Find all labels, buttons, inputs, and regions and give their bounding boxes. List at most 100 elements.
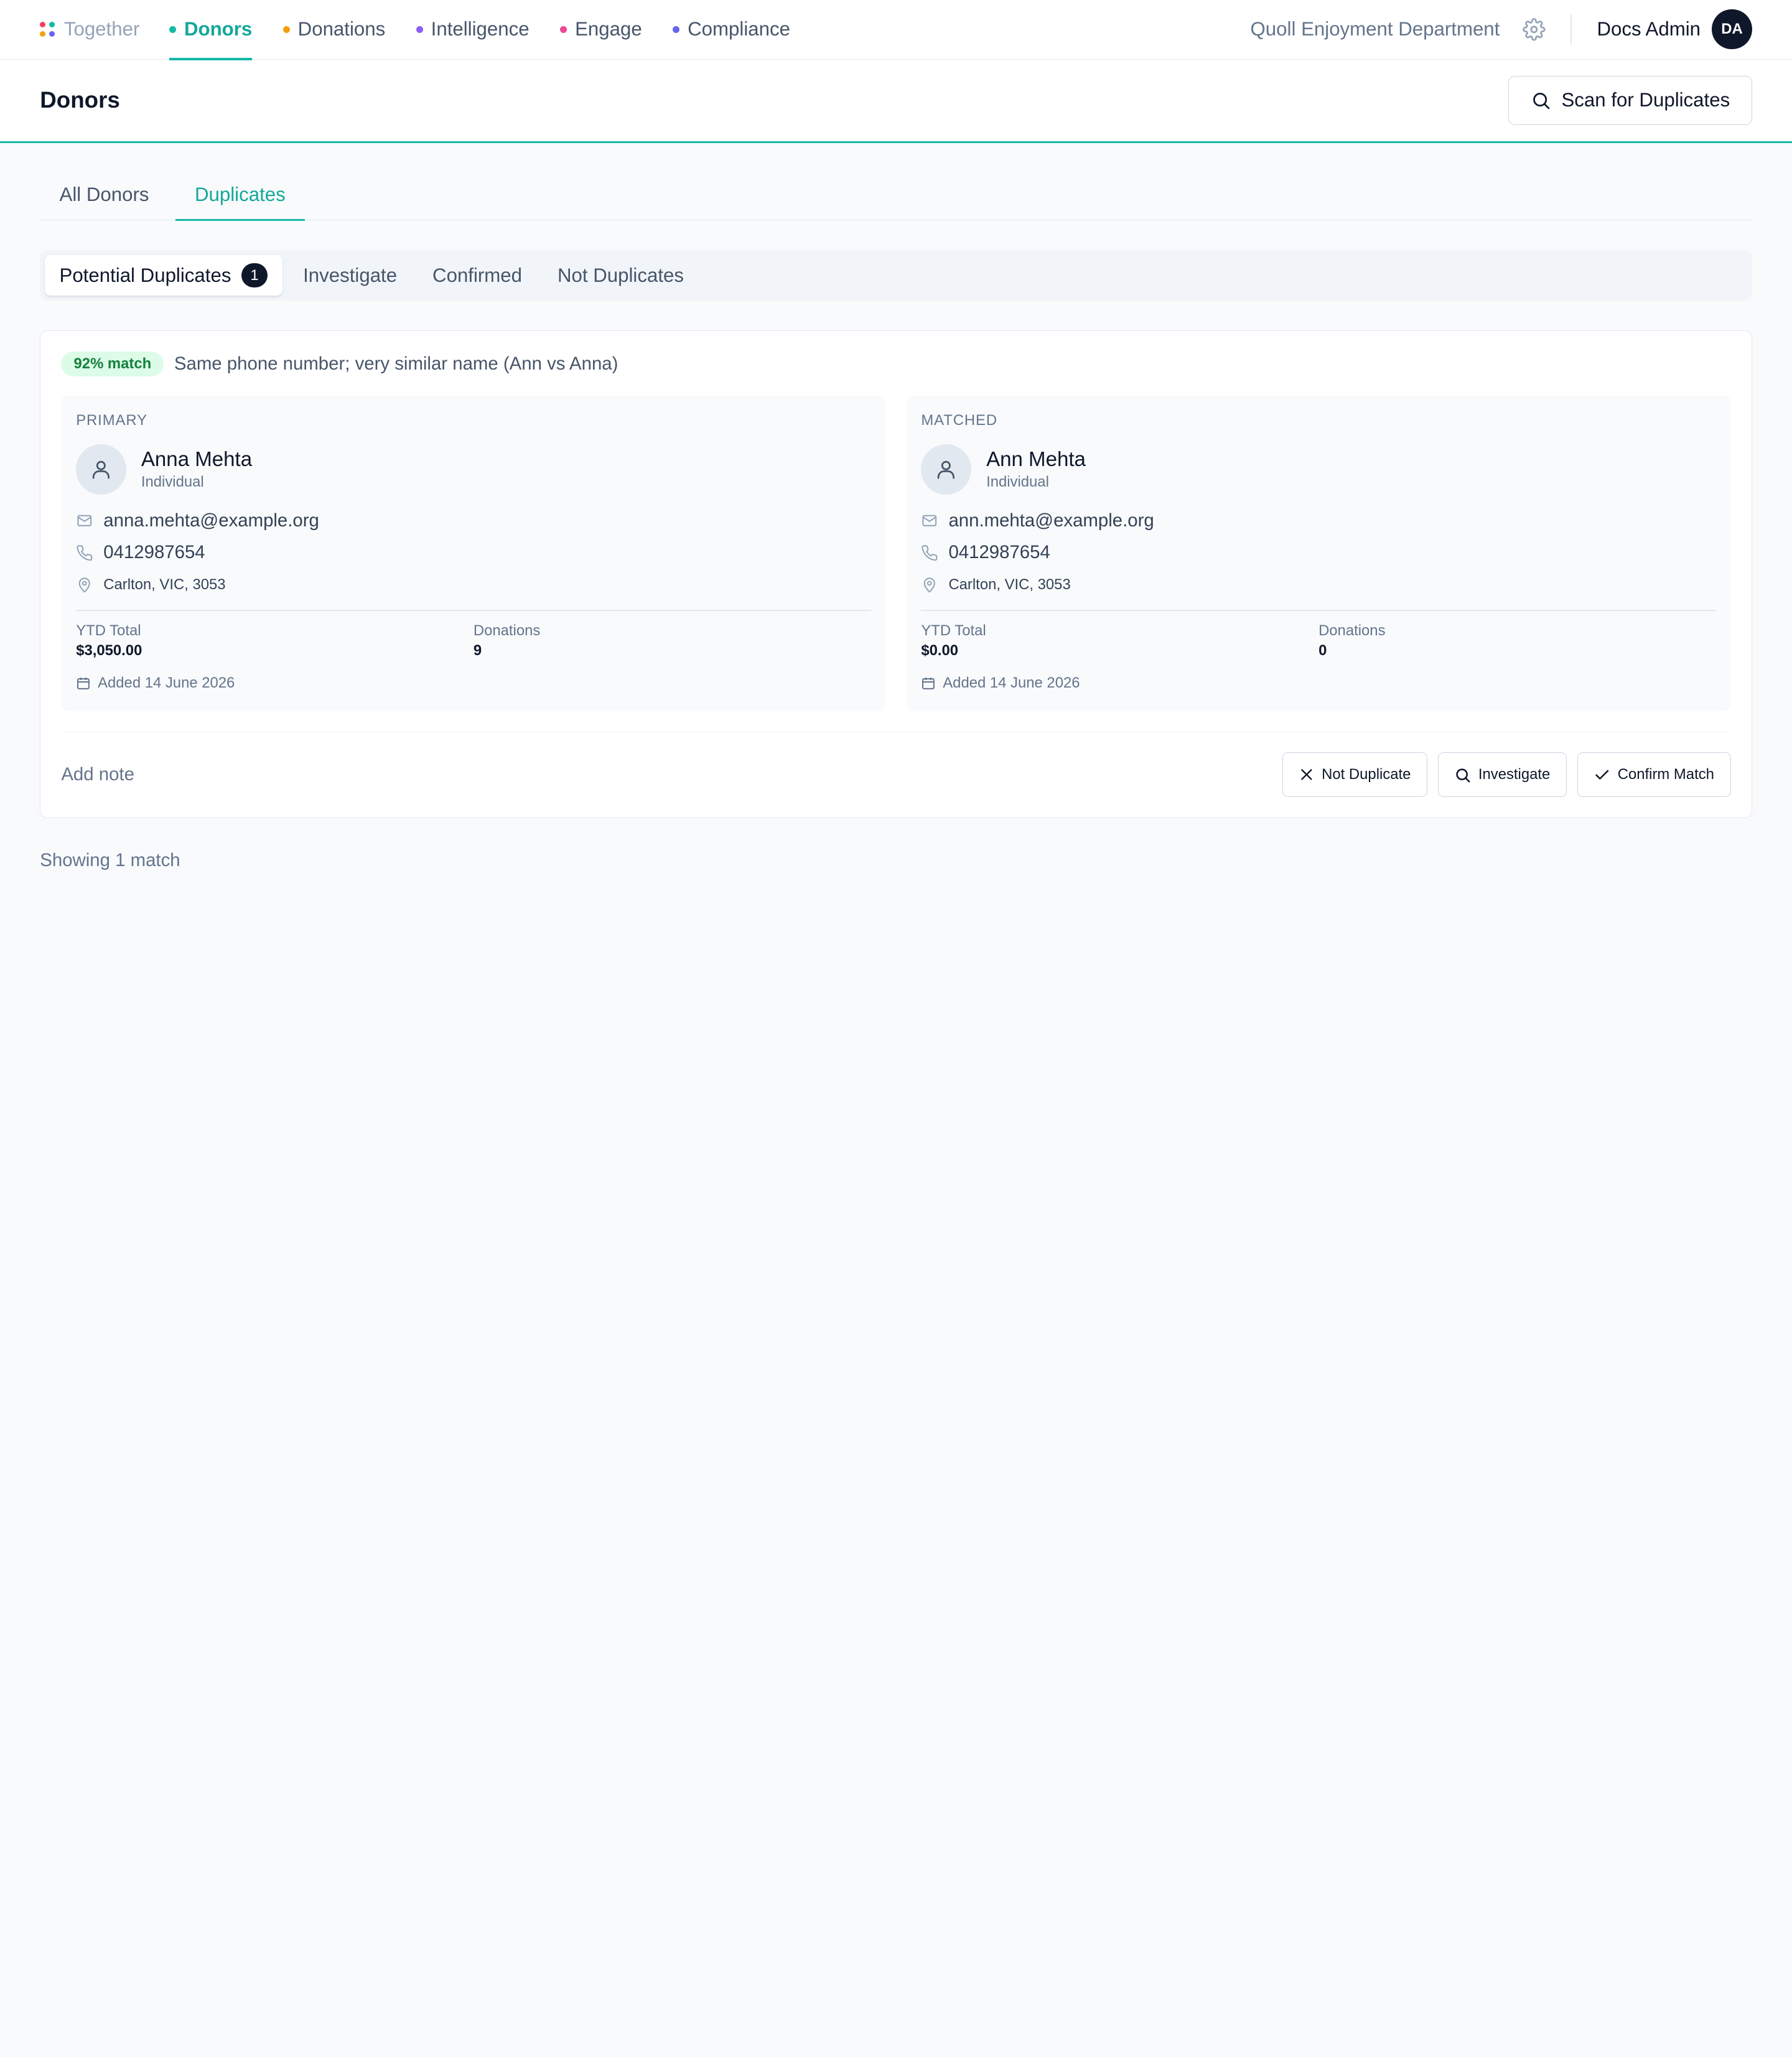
panel-label: PRIMARY — [76, 412, 147, 429]
gear-icon[interactable] — [1523, 18, 1546, 41]
nav-item-intelligence[interactable]: Intelligence — [416, 0, 530, 59]
donor-type: Individual — [986, 473, 1049, 491]
page-header: Donors Scan for Duplicates — [0, 59, 1792, 143]
donor-identity: Anna Mehta Individual — [76, 444, 870, 495]
brand[interactable]: Together — [40, 18, 139, 40]
ytd-label: YTD Total — [76, 622, 141, 640]
divider — [61, 730, 1731, 732]
results-count: Showing 1 match — [40, 850, 180, 871]
search-icon — [1533, 92, 1550, 109]
panel-label: MATCHED — [921, 412, 998, 429]
page-title: Donors — [40, 87, 120, 113]
subtab-potential-duplicates[interactable]: Potential Duplicates 1 — [44, 255, 283, 296]
email-row: ann.mehta@example.org — [921, 510, 1715, 531]
user-icon — [921, 444, 972, 495]
address-row: Carlton, VIC, 3053 — [76, 574, 870, 595]
top-nav: Together Donors Donations Intelligence E… — [0, 0, 1792, 60]
nav-dot-icon — [282, 26, 290, 33]
divider — [1570, 14, 1572, 45]
donations-label: Donations — [1318, 622, 1386, 640]
ytd-value: $3,050.00 — [76, 642, 142, 660]
tab-all-donors[interactable]: All Donors — [40, 170, 168, 220]
card-footer: Add note Not Duplicate Investigate Confi… — [61, 752, 1731, 798]
nav-dot-icon — [673, 26, 680, 33]
nav-item-label: Donations — [297, 18, 386, 40]
donor-stats: YTD Total $3,050.00 Donations 9 — [76, 622, 870, 660]
donations-label: Donations — [473, 622, 541, 640]
search-icon — [1456, 768, 1470, 782]
map-pin-icon — [924, 577, 936, 593]
user-icon — [76, 444, 127, 495]
primary-donor-panel: PRIMARY Anna Mehta Individual anna.mehta… — [61, 396, 886, 712]
page: Together Donors Donations Intelligence E… — [0, 0, 1792, 1120]
added-date-row: Added 14 June 2026 — [76, 674, 870, 692]
count-badge: 1 — [241, 263, 268, 287]
nav-item-label: Donors — [184, 18, 253, 40]
phone-row: 0412987654 — [76, 542, 870, 563]
donor-phone: 0412987654 — [948, 542, 1050, 563]
map-pin-icon — [78, 577, 91, 593]
donor-phone: 0412987654 — [103, 542, 205, 563]
sub-tabs: Potential Duplicates 1 Investigate Confi… — [40, 250, 1752, 301]
add-note-link[interactable]: Add note — [61, 764, 134, 785]
added-date-row: Added 14 June 2026 — [921, 674, 1715, 692]
calendar-icon — [77, 678, 90, 689]
investigate-button[interactable]: Investigate — [1437, 752, 1567, 798]
nav-item-label: Intelligence — [431, 18, 530, 40]
main-tabs: All Donors Duplicates — [40, 143, 1752, 222]
added-date: Added 14 June 2026 — [98, 674, 235, 692]
nav-item-label: Engage — [575, 18, 642, 40]
donor-email: anna.mehta@example.org — [103, 510, 319, 531]
phone-row: 0412987654 — [921, 542, 1715, 563]
donations-value: 9 — [473, 642, 482, 660]
brand-logo-icon — [40, 22, 55, 37]
not-duplicate-button[interactable]: Not Duplicate — [1282, 752, 1428, 798]
nav-item-engage[interactable]: Engage — [560, 0, 642, 59]
comparison-panels: PRIMARY Anna Mehta Individual anna.mehta… — [61, 396, 1731, 712]
check-icon — [1595, 770, 1609, 780]
address-row: Carlton, VIC, 3053 — [921, 574, 1715, 595]
match-actions: Not Duplicate Investigate Confirm Match — [1282, 752, 1731, 798]
nav-item-donors[interactable]: Donors — [169, 0, 253, 60]
donor-address: Carlton, VIC, 3053 — [103, 576, 226, 593]
brand-name: Together — [63, 18, 140, 40]
duplicate-match-card: 92% match Same phone number; very simila… — [40, 330, 1752, 819]
phone-icon — [922, 544, 938, 561]
nav-dot-icon — [416, 26, 423, 33]
close-icon — [1301, 769, 1312, 780]
subtab-label: Potential Duplicates — [59, 264, 231, 286]
nav-dot-icon — [169, 26, 177, 33]
confirm-match-button[interactable]: Confirm Match — [1577, 752, 1731, 798]
ytd-value: $0.00 — [921, 642, 959, 660]
scan-for-duplicates-button[interactable]: Scan for Duplicates — [1508, 75, 1752, 125]
donor-name[interactable]: Anna Mehta — [141, 448, 252, 472]
calendar-icon — [922, 678, 935, 689]
scan-button-label: Scan for Duplicates — [1561, 89, 1730, 111]
added-date: Added 14 June 2026 — [943, 674, 1080, 692]
content: All Donors Duplicates Potential Duplicat… — [0, 143, 1792, 872]
subtab-investigate[interactable]: Investigate — [288, 255, 412, 295]
button-label: Investigate — [1478, 766, 1551, 783]
divider — [76, 610, 871, 612]
org-name[interactable]: Quoll Enjoyment Department — [1251, 18, 1500, 40]
nav-item-label: Compliance — [688, 18, 790, 40]
nav-dot-icon — [560, 26, 567, 33]
subtab-confirmed[interactable]: Confirmed — [418, 255, 537, 295]
divider — [921, 610, 1716, 612]
user-name[interactable]: Docs Admin — [1597, 18, 1701, 40]
tab-duplicates[interactable]: Duplicates — [175, 170, 306, 222]
email-row: anna.mehta@example.org — [76, 510, 870, 531]
donor-stats: YTD Total $0.00 Donations 0 — [921, 622, 1715, 660]
match-reason: Same phone number; very similar name (An… — [174, 353, 618, 375]
ytd-label: YTD Total — [921, 622, 986, 640]
button-label: Confirm Match — [1617, 766, 1714, 783]
donor-address: Carlton, VIC, 3053 — [948, 576, 1071, 593]
donor-name[interactable]: Ann Mehta — [986, 448, 1086, 472]
nav-item-donations[interactable]: Donations — [282, 0, 386, 59]
donor-identity: Ann Mehta Individual — [921, 444, 1715, 495]
nav-right: Quoll Enjoyment Department Docs Admin DA — [1251, 0, 1752, 59]
subtab-not-duplicates[interactable]: Not Duplicates — [543, 255, 699, 295]
avatar[interactable]: DA — [1712, 9, 1752, 50]
nav-item-compliance[interactable]: Compliance — [673, 0, 790, 59]
match-header: 92% match Same phone number; very simila… — [61, 350, 1730, 378]
